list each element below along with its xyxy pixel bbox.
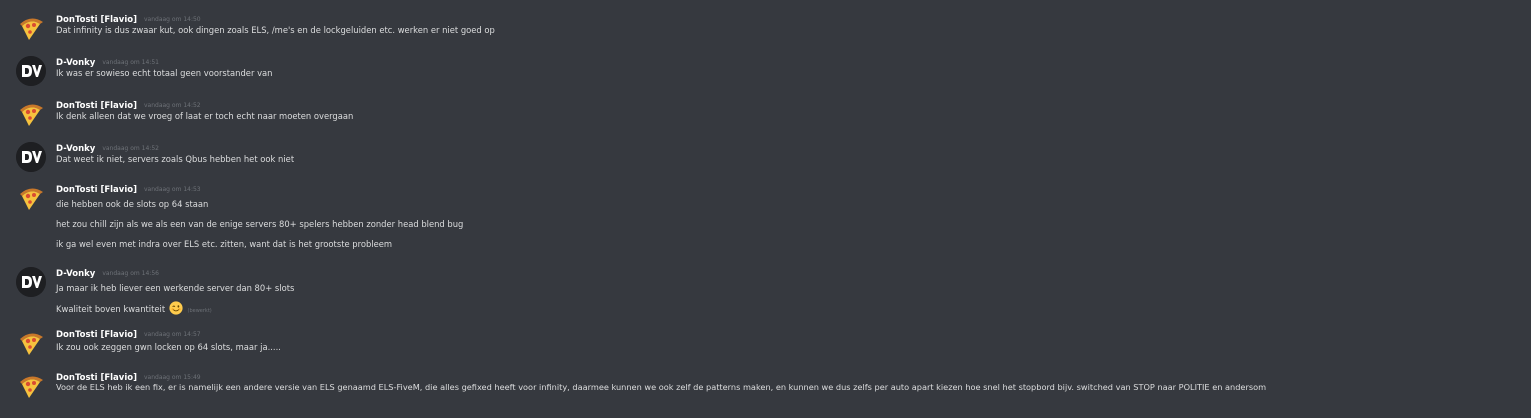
message-text: Ja maar ik heb liever een werkende serve… <box>56 283 295 293</box>
message-text: Dat infinity is dus zwaar kut, ook dinge… <box>56 25 495 35</box>
timestamp: vandaag om 14:50 <box>143 16 201 23</box>
username[interactable]: DonTosti [Flavio] <box>56 330 137 340</box>
message-group: DonTosti [Flavio] vandaag om 14:52 Ik den… <box>0 96 1531 126</box>
message-header: DonTosti [Flavio] vandaag om 14:52 <box>56 96 201 111</box>
message-header: DonTosti [Flavio] vandaag om 14:57 <box>56 325 201 340</box>
message-group: DonTosti [Flavio] vandaag om 14:53 die he… <box>0 180 1531 252</box>
message-header: DonTosti [Flavio] vandaag om 14:53 <box>56 180 201 195</box>
message-line: Kwaliteit boven kwantiteit (bewerkt) <box>56 301 212 319</box>
message-header: DonTosti [Flavio] vandaag om 14:50 <box>56 10 201 25</box>
timestamp: vandaag om 14:53 <box>143 186 201 193</box>
message-header: D-Vonky vandaag om 14:56 <box>56 264 159 279</box>
message-text: Dat weet ik niet, servers zoals Qbus heb… <box>56 154 295 164</box>
pizza-icon[interactable] <box>16 371 46 401</box>
message-group: DonTosti [Flavio] vandaag om 14:50 Dat in… <box>0 10 1531 40</box>
message-text: het zou chill zijn als we als een van de… <box>56 219 464 229</box>
message-text: ik ga wel even met indra over ELS etc. z… <box>56 239 393 249</box>
message-text: die hebben ook de slots op 64 staan <box>56 199 209 209</box>
message-text: Voor de ELS heb ik een fix, er is nameli… <box>56 382 1267 392</box>
message-group: DonTosti [Flavio] vandaag om 15:49 Voor d… <box>0 368 1531 398</box>
username[interactable]: DonTosti [Flavio] <box>56 185 137 195</box>
timestamp: vandaag om 14:56 <box>102 270 159 277</box>
message-text: Ik zou ook zeggen gwn locken op 64 slots… <box>56 342 281 352</box>
pizza-icon[interactable] <box>16 328 46 358</box>
message-list: DonTosti [Flavio] vandaag om 14:50 Dat in… <box>0 0 1531 418</box>
message-header: D-Vonky vandaag om 14:52 <box>56 139 159 154</box>
username[interactable]: D-Vonky <box>56 269 95 279</box>
pizza-icon[interactable] <box>16 99 46 129</box>
dv-logo-icon[interactable] <box>16 56 46 86</box>
timestamp: vandaag om 14:57 <box>143 331 201 338</box>
timestamp: vandaag om 14:51 <box>102 59 159 66</box>
timestamp: vandaag om 14:52 <box>143 102 201 109</box>
message-text: Kwaliteit boven kwantiteit <box>56 304 166 314</box>
message-header: D-Vonky vandaag om 14:51 <box>56 53 159 68</box>
message-group: DonTosti [Flavio] vandaag om 14:57 Ik zou… <box>0 325 1531 355</box>
winking-face-emoji <box>169 301 183 315</box>
pizza-icon[interactable] <box>16 13 46 43</box>
message-group: D-Vonky vandaag om 14:52 Dat weet ik niet… <box>0 139 1531 172</box>
dv-logo-icon[interactable] <box>16 267 46 297</box>
message-group: D-Vonky vandaag om 14:56 Ja maar ik heb l… <box>0 264 1531 316</box>
pizza-icon[interactable] <box>16 183 46 213</box>
timestamp: vandaag om 14:52 <box>102 145 159 152</box>
message-text: Ik denk alleen dat we vroeg of laat er t… <box>56 111 354 121</box>
message-text: Ik was er sowieso echt totaal geen voors… <box>56 68 273 78</box>
dv-logo-icon[interactable] <box>16 142 46 172</box>
edited-label: (bewerkt) <box>187 308 212 314</box>
message-group: D-Vonky vandaag om 14:51 Ik was er sowies… <box>0 53 1531 86</box>
